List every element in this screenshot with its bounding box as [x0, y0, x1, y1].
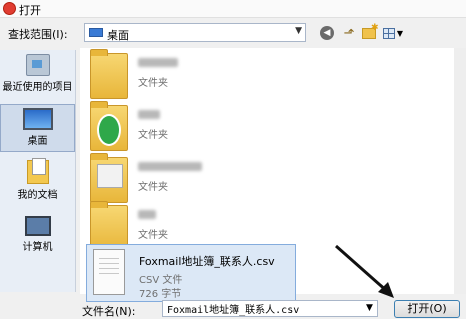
filename-label: 文件名(N): — [82, 305, 136, 318]
look-in-row: 查找范围(I): 桌面 ▼ ◀ ⬏ ✱ ▼ — [0, 20, 466, 46]
desktop-icon — [89, 28, 103, 37]
annotation-arrow-icon — [335, 244, 394, 298]
view-grid-icon — [382, 27, 395, 39]
place-label: 我的文档 — [17, 190, 58, 201]
back-arrow-icon: ◀ — [320, 26, 334, 40]
list-item[interactable]: 文件夹 — [86, 100, 386, 158]
chevron-down-icon: ▼ — [396, 28, 404, 38]
title-bar: 打开 — [0, 0, 466, 18]
places-bar: 最近使用的项目 桌面 我的文档 计算机 — [0, 50, 76, 292]
documents-icon — [26, 158, 49, 184]
chevron-down-icon: ▼ — [295, 26, 302, 36]
file-list: 文件夹 文件夹 文件夹 文件夹 Foxmail地址簿_联系人.csv CSV 文… — [80, 48, 466, 302]
open-button[interactable]: 打开(O) — [394, 300, 460, 318]
folder-icon — [90, 153, 128, 203]
place-desktop[interactable]: 桌面 — [0, 104, 75, 152]
folder-icon — [90, 49, 128, 99]
up-folder-button[interactable]: ⬏ — [340, 24, 358, 42]
place-computer[interactable]: 计算机 — [0, 216, 75, 264]
look-in-combo[interactable]: 桌面 ▼ — [84, 23, 306, 42]
look-in-label: 查找范围(I): — [8, 28, 68, 41]
scrollbar[interactable] — [454, 48, 466, 294]
file-size: 726 字节 — [139, 289, 182, 300]
desktop-icon — [22, 108, 53, 130]
filename-input[interactable] — [162, 300, 378, 317]
chevron-down-icon: ▼ — [366, 303, 373, 313]
redacted-name — [138, 58, 178, 67]
look-in-value: 桌面 — [107, 29, 129, 42]
list-item-selected[interactable]: Foxmail地址簿_联系人.csv CSV 文件 726 字节 — [86, 244, 296, 302]
up-folder-icon: ⬏ — [343, 25, 355, 41]
folder-icon — [90, 101, 128, 151]
view-menu-button[interactable]: ▼ — [380, 24, 406, 42]
app-icon — [3, 2, 16, 15]
file-type: 文件夹 — [138, 182, 168, 193]
place-label: 最近使用的项目 — [2, 82, 73, 93]
file-type: 文件夹 — [138, 230, 168, 241]
file-name: Foxmail地址簿_联系人.csv — [139, 255, 275, 268]
file-type: CSV 文件 — [139, 275, 183, 286]
recent-items-icon — [25, 54, 50, 76]
file-type: 文件夹 — [138, 78, 168, 89]
window-title: 打开 — [19, 4, 41, 17]
place-documents[interactable]: 我的文档 — [0, 158, 75, 208]
file-type: 文件夹 — [138, 130, 168, 141]
computer-icon — [24, 216, 51, 236]
redacted-name — [138, 210, 156, 219]
redacted-name — [138, 110, 160, 119]
back-button[interactable]: ◀ — [318, 24, 336, 42]
list-item[interactable]: 文件夹 — [86, 48, 386, 106]
bottom-bar: 文件名(N): ▼ 打开(O) — [0, 300, 466, 318]
place-label: 计算机 — [22, 242, 53, 253]
new-folder-button[interactable]: ✱ — [360, 23, 379, 42]
new-folder-icon: ✱ — [362, 23, 379, 39]
place-recent[interactable]: 最近使用的项目 — [0, 54, 75, 102]
csv-file-icon — [93, 249, 125, 295]
place-label: 桌面 — [27, 136, 48, 147]
redacted-name — [138, 162, 202, 171]
